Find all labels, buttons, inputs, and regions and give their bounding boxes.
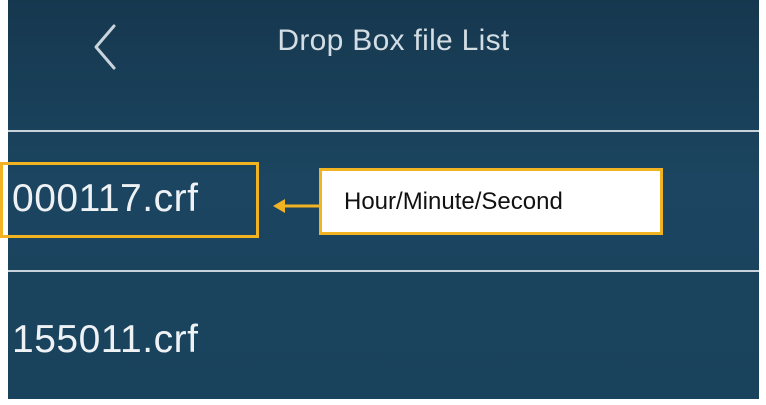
filename-highlight-box <box>0 162 259 238</box>
annotation-callout: Hour/Minute/Second <box>319 168 663 235</box>
file-row-155011[interactable]: 155011.crf <box>8 272 759 372</box>
page-title: Drop Box file List <box>277 24 510 57</box>
file-name: 155011.crf <box>12 318 199 361</box>
annotation-label: Hour/Minute/Second <box>344 187 563 215</box>
callout-arrow-icon <box>273 199 319 213</box>
